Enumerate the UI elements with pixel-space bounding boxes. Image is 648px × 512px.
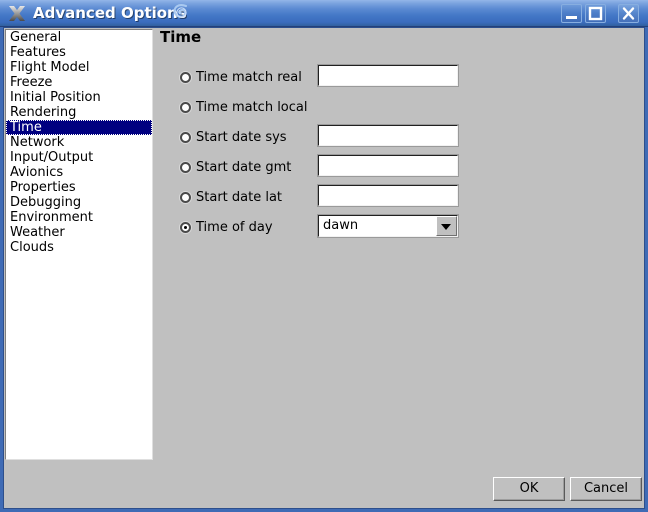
minimize-button[interactable] <box>561 4 582 23</box>
radio-time-of-day[interactable] <box>180 222 191 233</box>
radio-time-match-real[interactable] <box>180 72 191 83</box>
label-start-date-sys: Start date sys <box>196 130 287 145</box>
ok-button[interactable]: OK <box>493 477 565 501</box>
sidebar-item-rendering[interactable]: Rendering <box>6 105 152 120</box>
swirl-icon <box>171 2 192 23</box>
chevron-down-icon[interactable] <box>436 216 457 236</box>
sidebar-item-initial-position[interactable]: Initial Position <box>6 90 152 105</box>
radio-start-date-lat[interactable] <box>180 192 191 203</box>
input-start-date-lat[interactable] <box>317 184 459 207</box>
close-button[interactable] <box>618 4 639 23</box>
maximize-button[interactable] <box>585 4 606 23</box>
input-start-date-sys[interactable] <box>317 124 459 147</box>
input-time-match-real[interactable] <box>317 64 459 87</box>
window-titlebar[interactable]: Advanced Options <box>0 0 648 27</box>
sidebar-item-properties[interactable]: Properties <box>6 180 152 195</box>
x-logo-icon <box>7 4 27 23</box>
label-start-date-lat: Start date lat <box>196 190 283 205</box>
sidebar-item-debugging[interactable]: Debugging <box>6 195 152 210</box>
sidebar-item-time[interactable]: Time <box>6 120 152 135</box>
sidebar-item-flight-model[interactable]: Flight Model <box>6 60 152 75</box>
dropdown-time-of-day[interactable]: dawn <box>317 214 459 238</box>
label-start-date-gmt: Start date gmt <box>196 160 292 175</box>
sidebar-item-avionics[interactable]: Avionics <box>6 165 152 180</box>
advanced-options-window: Advanced Options General Features Flight M… <box>0 0 648 512</box>
dropdown-value-time-of-day: dawn <box>323 218 359 233</box>
radio-start-date-gmt[interactable] <box>180 162 191 173</box>
radio-start-date-sys[interactable] <box>180 132 191 143</box>
label-time-match-local: Time match local <box>196 100 308 115</box>
sidebar-item-environment[interactable]: Environment <box>6 210 152 225</box>
category-listbox[interactable]: General Features Flight Model Freeze Initial… <box>5 29 153 460</box>
sidebar-item-freeze[interactable]: Freeze <box>6 75 152 90</box>
sidebar-item-input-output[interactable]: Input/Output <box>6 150 152 165</box>
radio-time-match-local[interactable] <box>180 102 191 113</box>
sidebar-item-general[interactable]: General <box>6 30 152 45</box>
sidebar-item-clouds[interactable]: Clouds <box>6 240 152 255</box>
label-time-match-real: Time match real <box>196 70 302 85</box>
window-title: Advanced Options <box>33 4 187 22</box>
cancel-button[interactable]: Cancel <box>570 477 642 501</box>
label-time-of-day: Time of day <box>196 220 273 235</box>
radio-dot-icon <box>184 226 187 229</box>
input-start-date-gmt[interactable] <box>317 154 459 177</box>
triangle-down-glyph <box>441 224 451 230</box>
sidebar-item-weather[interactable]: Weather <box>6 225 152 240</box>
sidebar-item-network[interactable]: Network <box>6 135 152 150</box>
settings-panel: Time Time match real Time match local Star… <box>158 28 640 460</box>
page-title: Time <box>160 28 202 46</box>
sidebar-item-features[interactable]: Features <box>6 45 152 60</box>
